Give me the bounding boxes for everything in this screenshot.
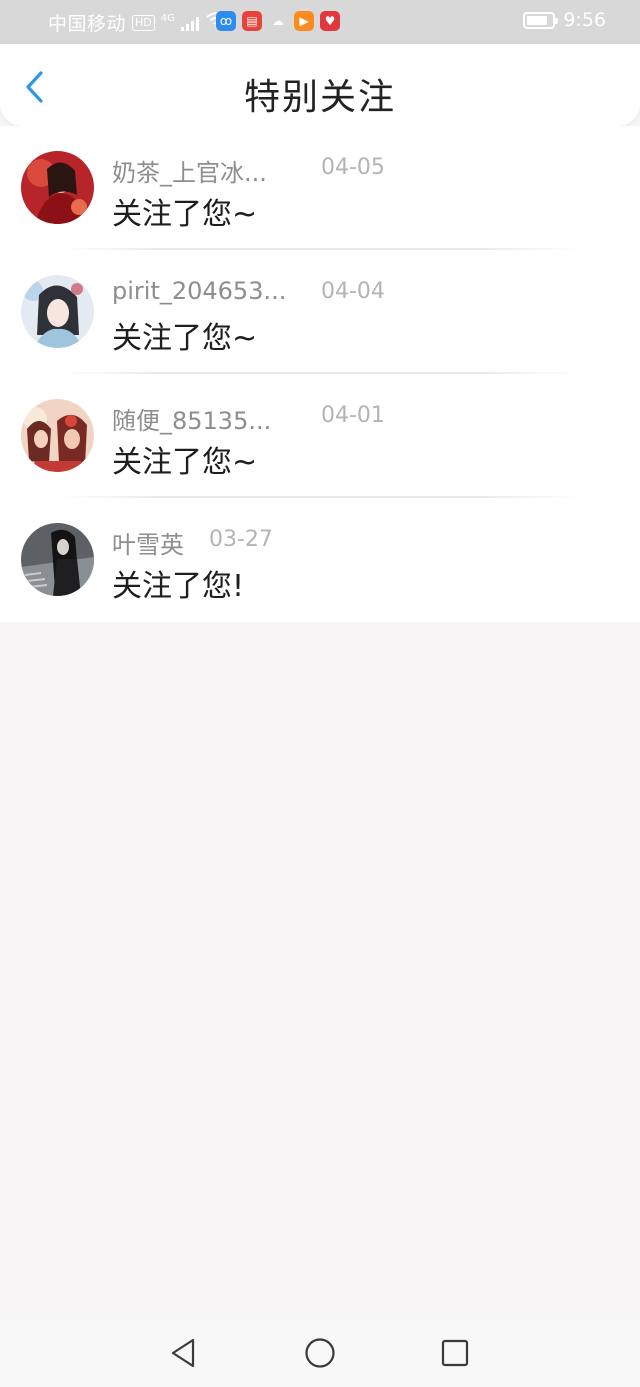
list-item[interactable]: 叶雪英 03-27 关注了您! (0, 498, 640, 622)
square-recents-icon (441, 1339, 469, 1367)
carrier-label: 中国移动 (48, 13, 127, 35)
item-message: 关注了您~ (112, 445, 258, 480)
clock-label: 9:56 (563, 9, 606, 31)
status-bar: 中国移动 HD 4G ꝏ ▤ ☁ ▶ ♥ 9:56 (0, 0, 640, 44)
page-title: 特别关注 (243, 77, 396, 118)
nav-home-button[interactable] (303, 1336, 337, 1370)
avatar[interactable] (21, 523, 94, 596)
avatar[interactable] (21, 275, 94, 348)
avatar[interactable] (21, 399, 94, 472)
item-date: 04-05 (321, 155, 385, 180)
video-app-icon: ▶ (294, 11, 314, 31)
battery-icon (523, 11, 559, 29)
hd-badge: HD (132, 14, 155, 31)
nav-back-button[interactable] (166, 1336, 200, 1370)
follower-list: 奶茶_上官冰... 04-05 关注了您~ pirit_204653... 04… (0, 126, 640, 622)
avatar[interactable] (21, 151, 94, 224)
list-item[interactable]: 随便_85135... 04-01 关注了您~ (0, 374, 640, 498)
system-nav-bar (0, 1317, 640, 1387)
nav-recents-button[interactable] (438, 1336, 472, 1370)
wechat-app-icon: ☁ (272, 14, 284, 28)
notification-app-icons: ꝏ ▤ ☁ ▶ ♥ (216, 11, 340, 31)
item-message: 关注了您! (112, 569, 245, 604)
item-name: pirit_204653... (112, 277, 287, 305)
item-name: 随便_85135... (112, 407, 272, 435)
signal-icon (180, 15, 199, 31)
screen: 中国移动 HD 4G ꝏ ▤ ☁ ▶ ♥ 9:56 特别关注 奶茶_上官冰...… (0, 0, 640, 1387)
wifi-app-icon: ꝏ (216, 11, 236, 31)
item-date: 04-04 (321, 279, 385, 304)
heart-app-icon: ♥ (320, 11, 340, 31)
item-date: 03-27 (209, 527, 273, 552)
list-item[interactable]: pirit_204653... 04-04 关注了您~ (0, 250, 640, 374)
circle-home-icon (305, 1338, 335, 1368)
item-name: 奶茶_上官冰... (112, 159, 267, 187)
list-item[interactable]: 奶茶_上官冰... 04-05 关注了您~ (0, 126, 640, 250)
item-message: 关注了您~ (112, 197, 258, 232)
book-app-icon: ▤ (242, 11, 262, 31)
item-message: 关注了您~ (112, 321, 258, 356)
status-left: 中国移动 HD 4G (48, 9, 229, 36)
triangle-back-icon (171, 1338, 195, 1368)
item-name: 叶雪英 (112, 531, 184, 559)
status-right: 9:56 (523, 9, 606, 31)
network-type-label: 4G (160, 13, 175, 24)
item-date: 04-01 (321, 403, 385, 428)
header-bar: 特别关注 (0, 44, 640, 126)
